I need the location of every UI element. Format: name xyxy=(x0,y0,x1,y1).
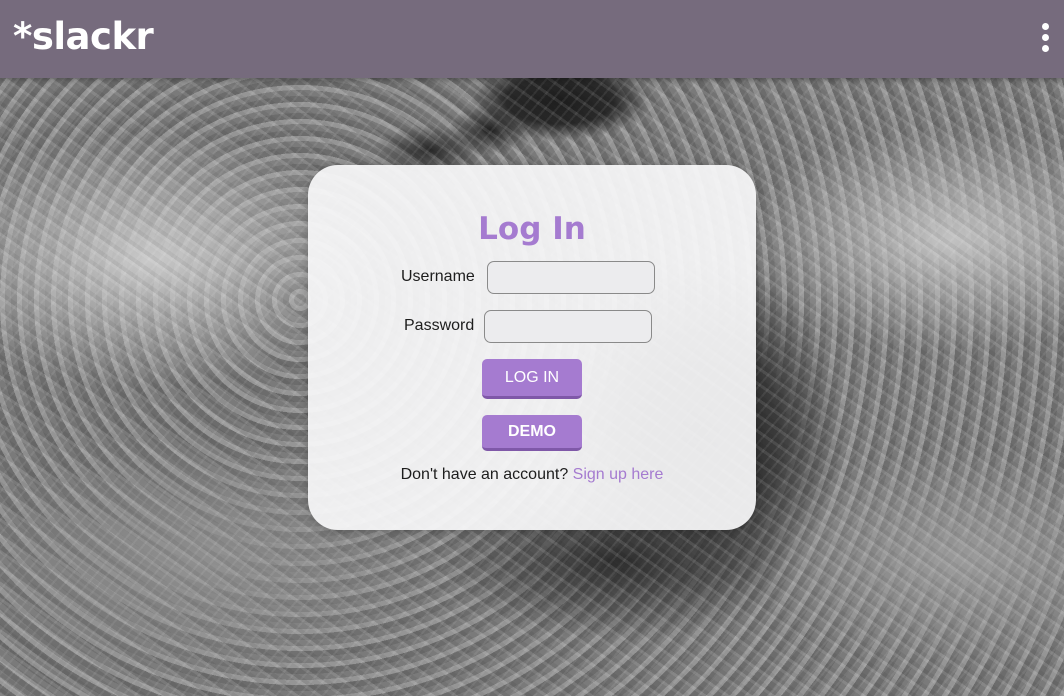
password-label: Password xyxy=(404,317,475,334)
demo-button[interactable]: DEMO xyxy=(482,415,582,451)
app-logo[interactable]: *slackr xyxy=(13,14,154,60)
password-field[interactable] xyxy=(484,310,652,343)
signup-prompt: Don't have an account? Sign up here xyxy=(308,465,756,485)
username-label: Username xyxy=(401,268,475,285)
more-vertical-icon[interactable] xyxy=(1036,23,1056,53)
login-button[interactable]: LOG IN xyxy=(482,359,582,399)
app-header: *slackr xyxy=(0,0,1064,78)
signup-prompt-text: Don't have an account? xyxy=(400,466,569,483)
signup-link[interactable]: Sign up here xyxy=(573,466,664,483)
login-title: Log In xyxy=(478,211,586,247)
username-field[interactable] xyxy=(487,261,655,294)
login-card: Log In Username Password LOG IN DEMO Don… xyxy=(308,165,756,530)
